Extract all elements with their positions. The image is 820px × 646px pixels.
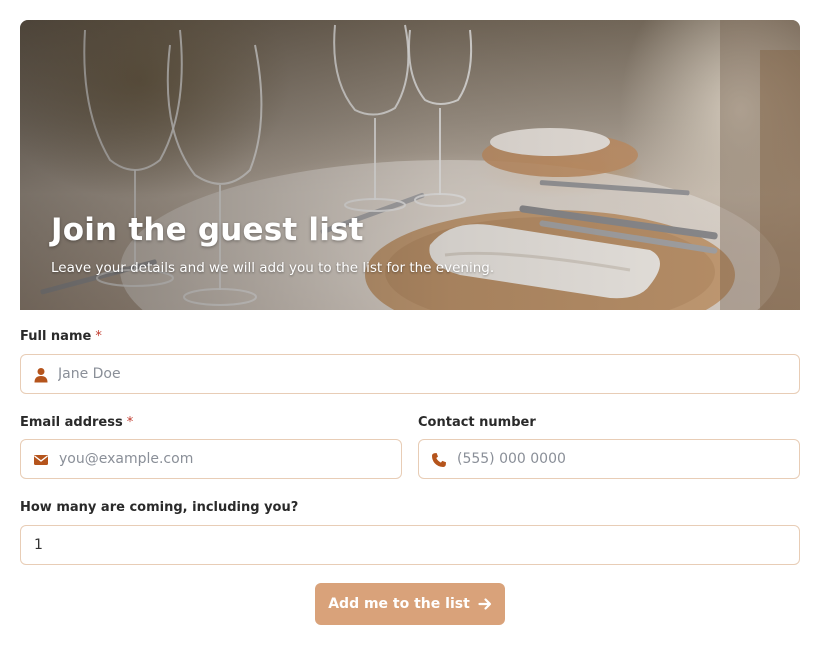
party-size-label-text: How many are coming, including you? (20, 500, 299, 515)
required-mark: * (126, 415, 134, 430)
envelope-icon (34, 455, 48, 465)
full-name-input[interactable] (58, 355, 789, 393)
email-input[interactable] (59, 440, 391, 478)
contact-number-field[interactable] (418, 439, 800, 479)
contact-number-input[interactable] (457, 440, 789, 478)
page-subtitle: Leave your details and we will add you t… (51, 260, 495, 276)
party-size-field[interactable] (20, 525, 800, 565)
party-size-label: How many are coming, including you? (20, 500, 298, 515)
email-label: Email address * (20, 415, 133, 430)
user-icon (34, 368, 48, 383)
contact-number-label-text: Contact number (418, 415, 536, 430)
party-size-input[interactable] (34, 526, 789, 564)
required-mark: * (95, 329, 102, 344)
full-name-field[interactable] (20, 354, 800, 394)
full-name-label-text: Full name (20, 329, 92, 344)
email-label-text: Email address (20, 415, 123, 430)
contact-number-label: Contact number (418, 415, 536, 430)
page-title: Join the guest list (51, 212, 364, 248)
arrow-right-icon (478, 598, 491, 610)
full-name-label: Full name * (20, 329, 102, 344)
guest-list-form-page: Join the guest list Leave your details a… (0, 0, 820, 646)
email-field[interactable] (20, 439, 402, 479)
phone-icon (432, 453, 446, 467)
add-me-button[interactable]: Add me to the list (315, 583, 505, 625)
hero-banner: Join the guest list Leave your details a… (20, 20, 800, 310)
add-me-button-label: Add me to the list (328, 596, 470, 612)
